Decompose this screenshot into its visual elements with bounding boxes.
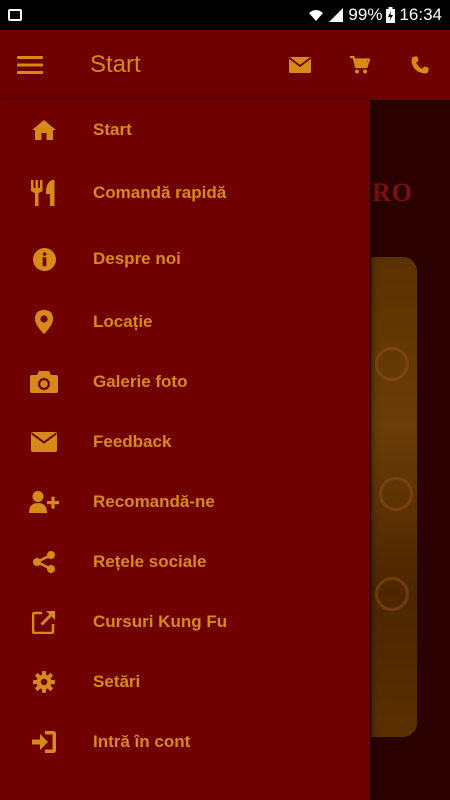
gear-icon — [22, 671, 66, 693]
fork-knife-icon — [22, 180, 66, 206]
envelope-icon — [22, 432, 66, 452]
drawer-item-label: Feedback — [93, 432, 172, 451]
navigation-drawer: Start Comandă rapidă Despre noi Locație … — [0, 100, 370, 800]
add-user-icon — [22, 491, 66, 513]
drawer-item-social-networks[interactable]: Rețele sociale — [0, 534, 370, 590]
share-icon — [22, 551, 66, 573]
drawer-item-label: Setări — [93, 672, 141, 691]
drawer-item-location[interactable]: Locație — [0, 294, 370, 350]
drawer-item-label: Galerie foto — [93, 372, 188, 391]
drawer-item-feedback[interactable]: Feedback — [0, 414, 370, 470]
clock: 16:34 — [399, 5, 442, 24]
mail-button[interactable] — [270, 30, 330, 100]
battery-percent: 99% — [348, 5, 383, 24]
location-pin-icon — [22, 310, 66, 334]
camera-icon — [22, 371, 66, 393]
drawer-item-label: Rețele sociale — [93, 552, 207, 571]
app-bar: Start — [0, 30, 450, 100]
hamburger-icon — [17, 56, 43, 74]
info-icon — [22, 247, 66, 271]
drawer-item-label: Cursuri Kung Fu — [93, 612, 228, 631]
wifi-icon — [308, 8, 324, 22]
drawer-item-label: Locație — [93, 312, 153, 331]
image-notification-icon — [8, 9, 22, 21]
external-link-icon — [22, 610, 66, 634]
drawer-item-settings[interactable]: Setări — [0, 654, 370, 710]
hamburger-menu-button[interactable] — [0, 30, 60, 100]
cart-button[interactable] — [330, 30, 390, 100]
drawer-item-sign-in[interactable]: Intră în cont — [0, 714, 370, 770]
drawer-item-label: Recomandă-ne — [93, 492, 215, 511]
drawer-item-label: Despre noi — [93, 249, 181, 268]
cart-icon — [350, 56, 370, 74]
home-icon — [22, 120, 66, 140]
drawer-item-kung-fu-courses[interactable]: Cursuri Kung Fu — [0, 594, 370, 650]
background-logo: RO — [372, 178, 413, 207]
background-image-card — [371, 257, 417, 737]
envelope-icon — [289, 57, 311, 73]
drawer-item-label: Comandă rapidă — [93, 183, 227, 202]
phone-icon — [411, 56, 429, 74]
drawer-item-about-us[interactable]: Despre noi — [0, 231, 370, 287]
sign-in-icon — [22, 731, 66, 753]
drawer-item-start[interactable]: Start — [0, 102, 370, 158]
drawer-item-quick-order[interactable]: Comandă rapidă — [0, 165, 370, 221]
signal-icon — [328, 7, 344, 23]
phone-button[interactable] — [390, 30, 450, 100]
drawer-item-recommend-us[interactable]: Recomandă-ne — [0, 474, 370, 530]
drawer-item-label: Start — [93, 120, 132, 139]
page-title: Start — [90, 51, 141, 78]
status-bar: 99% 16:34 — [0, 0, 450, 30]
battery-icon — [386, 7, 396, 23]
drawer-item-photo-gallery[interactable]: Galerie foto — [0, 354, 370, 410]
drawer-item-label: Intră în cont — [93, 732, 191, 751]
